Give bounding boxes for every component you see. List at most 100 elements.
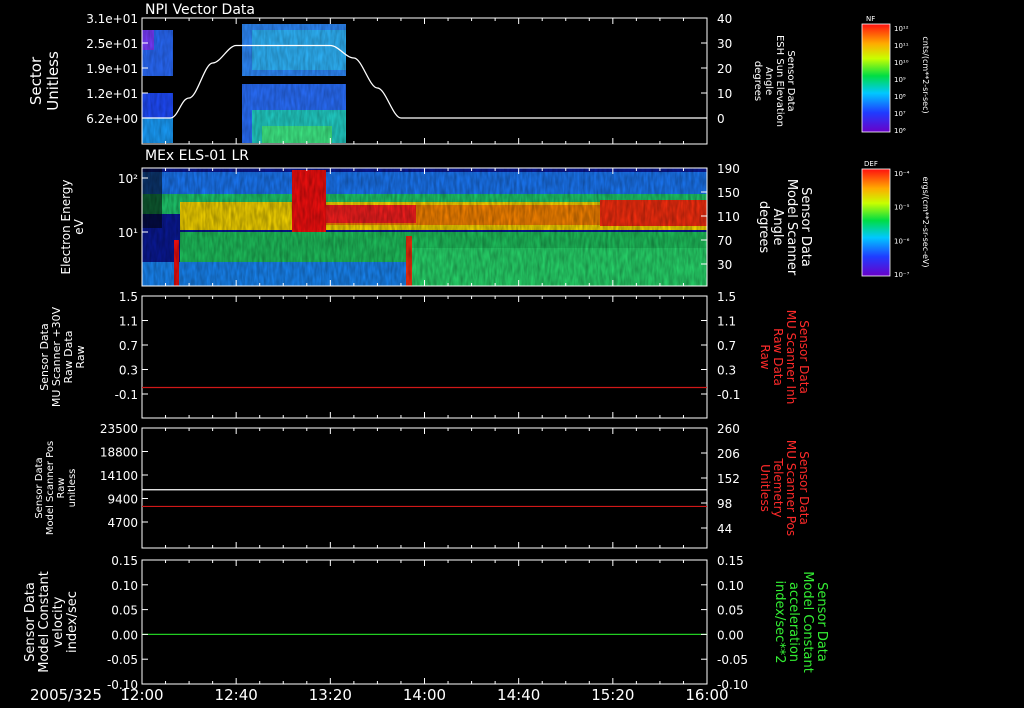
y-tick-label: 0.15 <box>717 554 744 568</box>
els-grain <box>142 168 707 286</box>
y-tick-label: 2.5e+01 <box>86 37 138 51</box>
y-tick-label: 4700 <box>107 516 138 530</box>
panel5-ylabel-3: velocity <box>51 596 66 647</box>
y-tick-label: 30 <box>717 258 732 272</box>
frame-ticks <box>141 560 708 684</box>
y-tick-label: 0.10 <box>717 579 744 593</box>
colorbar-def-gradient <box>861 168 891 277</box>
y-tick-label: -0.1 <box>717 388 740 402</box>
panel4-left-ticks: 23500 18800 14100 9400 4700 <box>100 422 148 530</box>
y-tick-label: 0 <box>717 112 725 126</box>
colorbar-nf-unit-wrap: cnts/(cm**2-sr-sec) <box>921 36 930 113</box>
panel2-ylabel-1: Electron Energy <box>59 179 73 274</box>
y-tick-label: 30 <box>717 37 732 51</box>
panel3-rlabel-1: Sensor Data <box>797 320 811 394</box>
panel1-left-label: Sector Unitless <box>27 51 62 111</box>
colorbar-tick-label: 10⁸ <box>894 93 906 101</box>
colorbar-tick-label: 10⁶ <box>894 127 906 135</box>
y-tick-label: 1.1 <box>119 315 138 329</box>
y-tick-label: 10 <box>717 87 732 101</box>
colorbar-tick-label: 10⁻⁷ <box>894 271 910 279</box>
y-tick-label: 44 <box>717 522 732 536</box>
panel1-rlabel-3: Angle <box>763 67 774 95</box>
y-tick-label: 1.1 <box>717 315 736 329</box>
panel5-ylabel-2: Model Constant <box>37 571 52 673</box>
panel1-rlabel-1: Sensor Data <box>785 50 796 111</box>
y-tick-label: 18800 <box>100 446 138 460</box>
x-tick-label: 14:00 <box>403 686 446 704</box>
panel2-spectrogram <box>142 168 707 286</box>
colorbar-tick-label: 10⁻⁵ <box>894 204 910 212</box>
panel1-title: NPI Vector Data <box>145 2 255 18</box>
panel-els: MEx ELS-01 LR 10² 10¹ 190 150 110 70 30 Elect… <box>59 148 813 287</box>
colorbar-def-unit-wrap: ergs/(cm**2-sr-sec-eV) <box>921 176 930 267</box>
panel-scanner-pos: 23500 18800 14100 9400 4700 260 206 152 98 44 Se… <box>34 422 811 549</box>
panel2-rlabel-1: Sensor Data <box>798 187 813 267</box>
y-tick-label: 190 <box>717 162 740 176</box>
colorbar-tick-label: 10¹¹ <box>894 42 909 50</box>
y-tick-label: 260 <box>717 422 740 436</box>
panel4-rlabel-1: Sensor Data <box>797 451 811 525</box>
panel5-rlabel-1: Sensor Data <box>814 582 829 662</box>
colorbar-def-unit: ergs/(cm**2-sr-sec-eV) <box>921 176 930 267</box>
chart-canvas: 2005/325 NPI Vector Data 3.1e+01 2.5e+01 1… <box>23 2 930 704</box>
colorbar-tick-label: 10⁻⁶ <box>894 237 910 245</box>
colorbar-nf-gradient <box>861 23 891 133</box>
x-tick-label: 14:40 <box>497 686 540 704</box>
colorbar-def-label: DEF <box>864 160 878 168</box>
panel5-rlabel-2: Model Constant <box>800 571 815 673</box>
panel2-left-label: Electron Energy eV <box>59 179 86 274</box>
panel3-right-label: Sensor Data MU Scanner Inh Raw Data Raw <box>758 310 811 405</box>
y-tick-label: 1.5 <box>717 290 736 304</box>
x-tick-label: 12:00 <box>120 686 163 704</box>
x-tick-label: 16:00 <box>685 686 728 704</box>
y-tick-label: 0.05 <box>717 604 744 618</box>
npi-grain <box>142 24 346 143</box>
colorbar-nf-label: NF <box>866 15 875 23</box>
panel5-frame <box>141 559 708 685</box>
colorbar-nf-unit: cnts/(cm**2-sr-sec) <box>921 36 930 113</box>
y-tick-label: 0.10 <box>111 579 138 593</box>
y-tick-label: 10¹ <box>118 226 138 240</box>
y-tick-label: 9400 <box>107 493 138 507</box>
panel3-frame <box>141 295 708 419</box>
colorbar-nf: NF 10¹² 10¹¹ 10¹⁰ 10⁹ 10⁸ 10⁷ 10⁶ cnts/(cm**2-… <box>861 15 930 135</box>
y-tick-label: 110 <box>717 210 740 224</box>
y-tick-label: 0.3 <box>119 364 138 378</box>
panel4-series <box>142 489 707 508</box>
panel3-left-label: Sensor Data MU Scanner +30V Raw Data Raw <box>38 306 87 407</box>
panel5-rlabel-3: acceleration <box>786 582 801 662</box>
y-tick-label: 0.00 <box>111 628 138 642</box>
colorbar-tick-label: 10⁷ <box>894 110 906 118</box>
panel5-left-label: Sensor Data Model Constant velocity inde… <box>23 571 80 673</box>
y-tick-label: 1.5 <box>119 290 138 304</box>
panel1-rlabel-2: ESH Sun Elevation <box>774 35 785 127</box>
colorbar-tick-label: 10¹² <box>894 25 909 33</box>
y-tick-label: 0.7 <box>717 339 736 353</box>
panel2-rlabel-2: Model Scanner <box>784 179 799 276</box>
panel5-right-label: Sensor Data Model Constant acceleration … <box>772 571 829 673</box>
panel3-rlabel-3: Raw Data <box>771 328 785 386</box>
y-tick-label: -0.1 <box>115 388 138 402</box>
panel4-rlabel-4: Unitless <box>758 464 772 512</box>
panel5-ylabel-1: Sensor Data <box>23 582 38 662</box>
panel1-spectrogram <box>142 24 346 143</box>
panel4-left-label: Sensor Data Model Scanner Pos Raw unitle… <box>34 441 78 535</box>
y-tick-label: -0.05 <box>717 653 748 667</box>
y-tick-label: 98 <box>717 497 732 511</box>
panel4-ylabel-1: Sensor Data <box>34 457 45 518</box>
colorbar-tick-label: 10⁹ <box>894 76 906 84</box>
panel4-rlabel-3: Telemetry <box>771 457 785 517</box>
y-tick-label: 0.3 <box>717 364 736 378</box>
y-tick-label: -0.05 <box>107 653 138 667</box>
panel4-rlabel-2: MU Scanner Pos <box>784 440 798 536</box>
panel4-ylabel-3: Raw <box>56 477 67 498</box>
x-tick-label: 13:20 <box>309 686 352 704</box>
colorbar-def-ticks: 10⁻⁴ 10⁻⁵ 10⁻⁶ 10⁻⁷ <box>894 170 910 279</box>
y-tick-label: 0.15 <box>111 554 138 568</box>
y-tick-label: 150 <box>717 186 740 200</box>
panel1-ylabel-2: Unitless <box>44 51 62 111</box>
panel3-ylabel-4: Raw <box>74 345 87 368</box>
panel2-title: MEx ELS-01 LR <box>145 148 249 164</box>
y-tick-label: 14100 <box>100 469 138 483</box>
